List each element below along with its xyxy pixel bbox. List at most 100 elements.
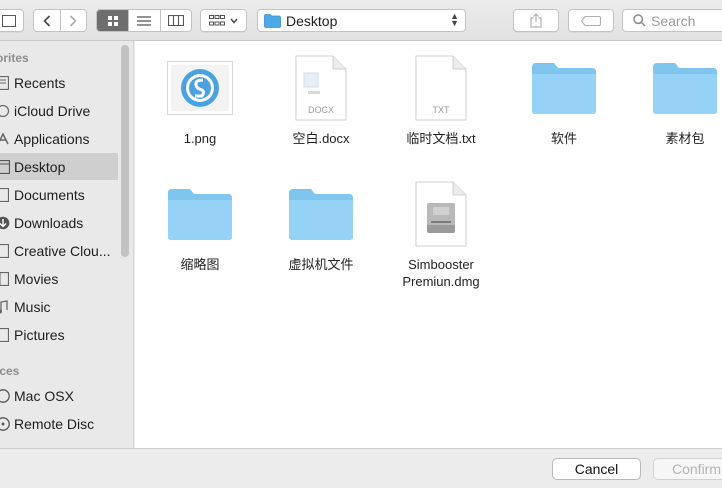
forward-button[interactable] bbox=[59, 10, 86, 31]
sidebar-item-downloads[interactable]: Downloads bbox=[0, 209, 118, 236]
list-icon bbox=[137, 15, 152, 26]
pictures-icon bbox=[0, 327, 10, 343]
search-field[interactable] bbox=[622, 9, 722, 32]
music-icon bbox=[0, 299, 10, 315]
file-item[interactable]: 1.png bbox=[140, 53, 260, 147]
recents-icon bbox=[0, 75, 10, 91]
location-popup[interactable]: Desktop ▲ ▼ bbox=[257, 9, 466, 32]
file-item[interactable]: DOCX 空白.docx bbox=[261, 53, 381, 147]
arrange-menu-button[interactable] bbox=[200, 9, 247, 32]
confirm-button[interactable]: Confirm bbox=[653, 458, 722, 480]
sidebar-item-label: Pictures bbox=[14, 326, 65, 343]
share-icon bbox=[530, 13, 542, 28]
disk-icon bbox=[0, 388, 10, 404]
sidebar-item-label: Documents bbox=[14, 186, 85, 203]
file-name: 缩略图 bbox=[180, 257, 220, 272]
file-name: 虚拟机文件 bbox=[288, 257, 354, 272]
document-icon bbox=[0, 187, 10, 203]
sidebar-item-creative-cloud[interactable]: Creative Clou... bbox=[0, 237, 118, 264]
sidebar: orites Recents iCloud Drive Applications… bbox=[0, 41, 134, 448]
search-input[interactable] bbox=[651, 12, 722, 29]
tag-icon bbox=[581, 15, 601, 26]
file-item[interactable]: TXT 临时文档.txt bbox=[381, 53, 501, 147]
image-file-icon bbox=[140, 53, 260, 123]
file-name-line: Premiun.dmg bbox=[402, 274, 480, 289]
dialog-footer: Cancel Confirm bbox=[0, 448, 722, 488]
desktop-icon bbox=[0, 159, 10, 175]
back-button[interactable] bbox=[34, 10, 60, 31]
share-button[interactable] bbox=[513, 9, 559, 32]
folder-item[interactable]: 缩略图 bbox=[140, 179, 260, 273]
sidebar-item-recents[interactable]: Recents bbox=[0, 69, 118, 96]
tag-button[interactable] bbox=[568, 9, 614, 32]
docx-file-icon: DOCX bbox=[261, 53, 381, 123]
remote-disc-icon bbox=[0, 416, 10, 432]
sidebar-item-remote-disc[interactable]: Remote Disc bbox=[0, 410, 118, 437]
sidebar-item-label: Recents bbox=[14, 74, 66, 91]
sidebar-item-pictures[interactable]: Pictures bbox=[0, 321, 118, 348]
arrange-grid-icon bbox=[209, 15, 225, 26]
sidebar-item-label: iCloud Drive bbox=[14, 102, 91, 119]
columns-icon bbox=[167, 15, 184, 26]
sidebar-scrollbar[interactable] bbox=[121, 45, 129, 257]
folder-icon bbox=[140, 179, 260, 249]
updown-arrows-icon: ▲ ▼ bbox=[450, 11, 459, 28]
sidebar-item-desktop[interactable]: Desktop bbox=[0, 153, 118, 180]
sidebar-item-label: Creative Clou... bbox=[14, 242, 111, 259]
folder-icon bbox=[261, 179, 381, 249]
chevron-right-icon bbox=[70, 14, 78, 27]
file-name: 1.png bbox=[183, 131, 217, 146]
sidebar-item-label: Remote Disc bbox=[14, 415, 95, 432]
desktop-folder-icon bbox=[264, 13, 281, 28]
dmg-file-icon bbox=[381, 179, 501, 249]
file-browser: 1.png DOCX 空白.docx TXT 临时文档.txt 软件 素材包 缩… bbox=[135, 41, 722, 448]
docx-badge: DOCX bbox=[308, 105, 334, 115]
sidebar-item-movies[interactable]: Movies bbox=[0, 265, 118, 292]
download-icon bbox=[0, 215, 10, 231]
back-forward-control bbox=[33, 9, 87, 32]
movies-icon bbox=[0, 271, 10, 287]
toolbar: Desktop ▲ ▼ bbox=[0, 0, 722, 41]
cancel-button[interactable]: Cancel bbox=[552, 458, 641, 480]
folder-icon bbox=[625, 53, 722, 123]
list-view-button[interactable] bbox=[128, 10, 159, 31]
cloud-icon bbox=[0, 103, 10, 119]
file-name-line: Simbooster bbox=[408, 257, 474, 272]
file-item[interactable]: Simbooster Premiun.dmg bbox=[381, 179, 501, 290]
folder-item[interactable]: 虚拟机文件 bbox=[261, 179, 381, 273]
file-name: 素材包 bbox=[665, 131, 705, 146]
creative-cloud-icon bbox=[0, 243, 10, 259]
folder-icon bbox=[504, 53, 624, 123]
favorites-heading: orites bbox=[0, 51, 29, 65]
sidebar-item-music[interactable]: Music bbox=[0, 293, 118, 320]
file-name: 临时文档.txt bbox=[406, 131, 476, 146]
column-view-button[interactable] bbox=[159, 10, 191, 31]
txt-badge: TXT bbox=[433, 105, 451, 115]
sidebar-toggle-icon bbox=[2, 14, 16, 27]
sidebar-item-mac-osx[interactable]: Mac OSX bbox=[0, 382, 118, 409]
applications-icon bbox=[0, 131, 10, 147]
sidebar-toggle-button[interactable] bbox=[0, 9, 24, 32]
grid-icon bbox=[107, 15, 118, 26]
sidebar-item-label: Movies bbox=[14, 270, 59, 287]
sidebar-item-label: Music bbox=[14, 298, 51, 315]
file-name: Simbooster Premiun.dmg bbox=[381, 256, 501, 290]
sidebar-item-icloud-drive[interactable]: iCloud Drive bbox=[0, 97, 118, 124]
sidebar-item-label: Desktop bbox=[14, 158, 66, 175]
file-name: 空白.docx bbox=[292, 131, 350, 146]
file-name: 软件 bbox=[550, 131, 577, 146]
devices-heading: ices bbox=[0, 364, 20, 378]
chevron-down-icon bbox=[230, 18, 238, 24]
sidebar-item-documents[interactable]: Documents bbox=[0, 181, 118, 208]
location-label: Desktop bbox=[286, 12, 338, 29]
view-mode-control bbox=[96, 9, 192, 32]
icon-view-button[interactable] bbox=[97, 10, 129, 31]
sidebar-item-label: Mac OSX bbox=[14, 387, 74, 404]
sidebar-item-label: Applications bbox=[14, 130, 90, 147]
sidebar-item-label: Downloads bbox=[14, 214, 84, 231]
sidebar-item-applications[interactable]: Applications bbox=[0, 125, 118, 152]
txt-file-icon: TXT bbox=[381, 53, 501, 123]
search-icon bbox=[633, 14, 646, 27]
folder-item[interactable]: 软件 bbox=[504, 53, 624, 147]
folder-item[interactable]: 素材包 bbox=[625, 53, 722, 147]
